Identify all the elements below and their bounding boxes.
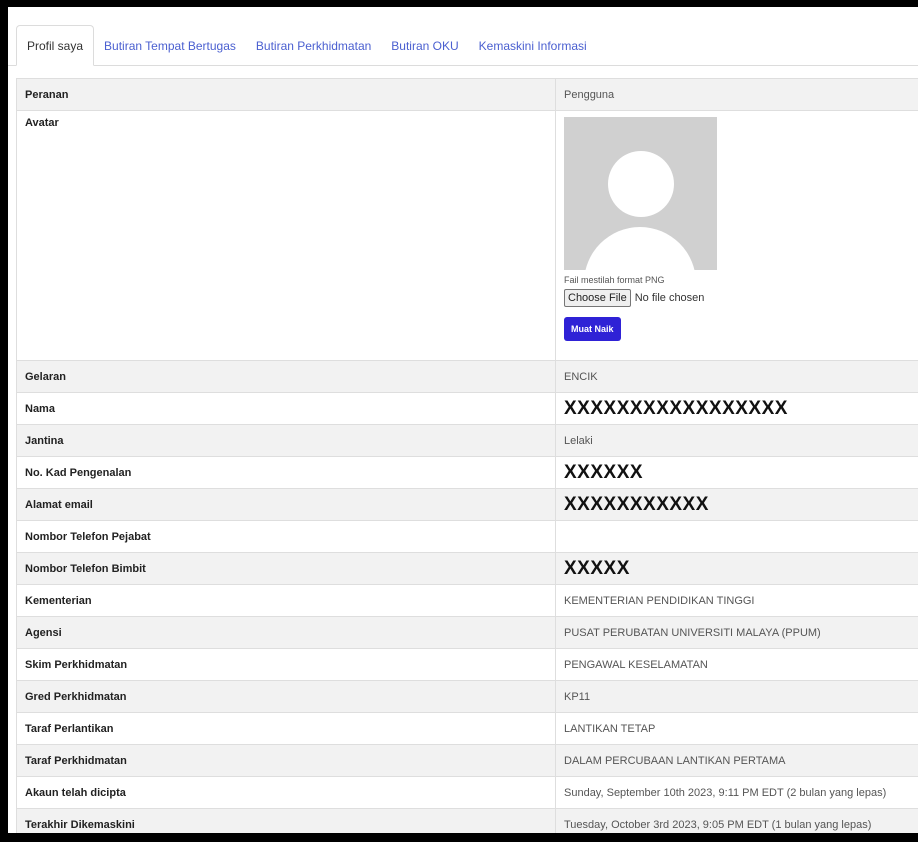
row-value: LANTIKAN TETAP (555, 712, 918, 745)
table-row: Terakhir Dikemaskini Tuesday, October 3rd… (16, 808, 918, 833)
tab-kemaskini-informasi[interactable]: Kemaskini Informasi (469, 25, 597, 66)
row-label: Taraf Perkhidmatan (16, 744, 556, 777)
tab-bar: Profil saya Butiran Tempat Bertugas Buti… (16, 25, 597, 66)
row-value: KEMENTERIAN PENDIDIKAN TINGGI (555, 584, 918, 617)
row-label: Alamat email (16, 488, 556, 521)
row-label: Gred Perkhidmatan (16, 680, 556, 713)
row-label: No. Kad Pengenalan (16, 456, 556, 489)
row-value: Tuesday, October 3rd 2023, 9:05 PM EDT (… (555, 808, 918, 833)
file-format-hint: Fail mestilah format PNG (564, 275, 665, 285)
table-row: Nama XXXXXXXXXXXXXXXXX (16, 392, 918, 425)
row-label: Jantina (16, 424, 556, 457)
row-value: PUSAT PERUBATAN UNIVERSITI MALAYA (PPUM) (555, 616, 918, 649)
avatar-placeholder-icon (564, 117, 717, 270)
row-value: XXXXXXXXXXX (555, 488, 918, 521)
table-row: Nombor Telefon Bimbit XXXXX (16, 552, 918, 585)
profile-table: Peranan Pengguna Avatar Fail mestilah fo… (16, 78, 918, 833)
row-label: Kementerian (16, 584, 556, 617)
avatar-body-shape (584, 227, 696, 270)
file-status: No file chosen (634, 292, 705, 304)
table-row: No. Kad Pengenalan XXXXXX (16, 456, 918, 489)
table-row: Kementerian KEMENTERIAN PENDIDIKAN TINGGI (16, 584, 918, 617)
row-value: Lelaki (555, 424, 918, 457)
row-value: KP11 (555, 680, 918, 713)
table-row-peranan: Peranan Pengguna (16, 78, 918, 111)
table-row: Agensi PUSAT PERUBATAN UNIVERSITI MALAYA … (16, 616, 918, 649)
table-row: Nombor Telefon Pejabat (16, 520, 918, 553)
row-label: Skim Perkhidmatan (16, 648, 556, 681)
table-row: Taraf Perlantikan LANTIKAN TETAP (16, 712, 918, 745)
row-value (555, 520, 918, 553)
choose-file-button[interactable]: Choose File (564, 289, 631, 307)
avatar-head-shape (608, 151, 674, 217)
row-label: Nama (16, 392, 556, 425)
row-value: XXXXXX (555, 456, 918, 489)
row-label: Nombor Telefon Pejabat (16, 520, 556, 553)
table-row: Alamat email XXXXXXXXXXX (16, 488, 918, 521)
row-label: Nombor Telefon Bimbit (16, 552, 556, 585)
row-value: Pengguna (555, 78, 918, 111)
row-label: Agensi (16, 616, 556, 649)
table-row: Jantina Lelaki (16, 424, 918, 457)
tab-butiran-oku[interactable]: Butiran OKU (381, 25, 468, 66)
file-input: Choose File No file chosen (564, 289, 918, 307)
table-row: Taraf Perkhidmatan DALAM PERCUBAAN LANTIK… (16, 744, 918, 777)
tab-butiran-tempat-bertugas[interactable]: Butiran Tempat Bertugas (94, 25, 246, 66)
row-value: XXXXXXXXXXXXXXXXX (555, 392, 918, 425)
table-row-avatar: Avatar Fail mestilah format PNG Choose F… (16, 110, 918, 361)
table-row: Gelaran ENCIK (16, 360, 918, 393)
row-value: PENGAWAL KESELAMATAN (555, 648, 918, 681)
tab-profil-saya[interactable]: Profil saya (16, 25, 95, 66)
avatar-cell: Fail mestilah format PNG Choose File No … (555, 110, 918, 361)
row-value: ENCIK (555, 360, 918, 393)
row-value: Sunday, September 10th 2023, 9:11 PM EDT… (555, 776, 918, 809)
table-row: Gred Perkhidmatan KP11 (16, 680, 918, 713)
row-label: Avatar (16, 110, 556, 361)
row-label: Taraf Perlantikan (16, 712, 556, 745)
row-label: Akaun telah dicipta (16, 776, 556, 809)
row-label: Terakhir Dikemaskini (16, 808, 556, 833)
tab-butiran-perkhidmatan[interactable]: Butiran Perkhidmatan (246, 25, 381, 66)
profile-panel: Profil saya Butiran Tempat Bertugas Buti… (8, 7, 918, 833)
row-label: Gelaran (16, 360, 556, 393)
table-row: Skim Perkhidmatan PENGAWAL KESELAMATAN (16, 648, 918, 681)
upload-button[interactable]: Muat Naik (564, 317, 621, 341)
row-value: XXXXX (555, 552, 918, 585)
row-value: DALAM PERCUBAAN LANTIKAN PERTAMA (555, 744, 918, 777)
table-row: Akaun telah dicipta Sunday, September 10t… (16, 776, 918, 809)
row-label: Peranan (16, 78, 556, 111)
